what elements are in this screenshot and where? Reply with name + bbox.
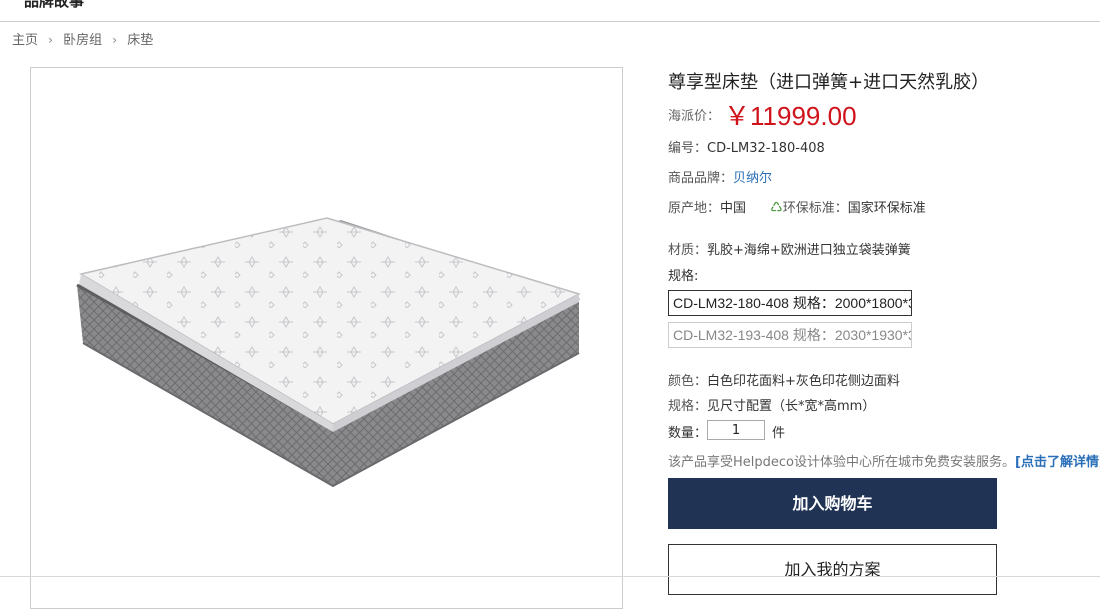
- material-value: 乳胶+海绵+欧洲进口独立袋装弹簧: [707, 243, 911, 258]
- service-notice-text: 该产品享受Helpdeco设计体验中心所在城市免费安装服务。: [668, 455, 1015, 470]
- top-navigation: 品牌故事: [0, 0, 1100, 22]
- breadcrumb-mattress: 床垫: [127, 33, 154, 48]
- breadcrumb-home[interactable]: 主页: [12, 29, 38, 48]
- service-details-link[interactable]: [点击了解详情]: [1015, 455, 1100, 470]
- material-label: 材质：: [668, 243, 708, 258]
- origin-eco-row: 原产地：中国 ♺环保标准：国家环保标准: [668, 197, 926, 216]
- color-value: 白色印花面料+灰色印花侧边面料: [707, 374, 900, 389]
- qty-unit: 件: [772, 426, 786, 441]
- add-to-cart-button[interactable]: 加入购物车: [668, 478, 997, 529]
- add-to-plan-button[interactable]: 加入我的方案: [668, 544, 997, 595]
- chevron-right-icon: ›: [48, 33, 53, 47]
- quantity-input[interactable]: [707, 420, 765, 440]
- price-label: 海派价：: [668, 109, 721, 124]
- size-row: 规格：见尺寸配置（长*宽*高mm）: [668, 395, 875, 414]
- footer-divider: [0, 576, 1100, 577]
- product-image-mattress: [76, 217, 581, 488]
- color-row: 颜色：白色印花面料+灰色印花侧边面料: [668, 370, 900, 389]
- spec-label: 规格:: [668, 269, 699, 284]
- origin-label: 原产地：: [668, 201, 721, 216]
- price-value: ￥11999.00: [724, 101, 857, 131]
- price-row: 海派价： ￥11999.00: [668, 96, 857, 133]
- code-label: 编号：: [668, 141, 708, 156]
- material-row: 材质：乳胶+海绵+欧洲进口独立袋装弹簧: [668, 239, 911, 258]
- service-notice: 该产品享受Helpdeco设计体验中心所在城市免费安装服务。[点击了解详情]: [668, 451, 1100, 470]
- eco-value: 国家环保标准: [847, 201, 926, 216]
- product-title: 尊享型床垫（进口弹簧+进口天然乳胶）: [668, 72, 990, 93]
- spec-option-180[interactable]: CD-LM32-180-408 规格：2000*1800*300: [668, 290, 912, 316]
- recycle-icon: ♺: [770, 200, 783, 216]
- product-image-frame: [30, 67, 623, 609]
- product-code-row: 编号：CD-LM32-180-408: [668, 137, 825, 156]
- eco-label: 环保标准：: [782, 201, 848, 216]
- brand-link[interactable]: 贝纳尔: [733, 171, 772, 186]
- size-value: 见尺寸配置（长*宽*高mm）: [707, 399, 876, 414]
- size-label: 规格：: [668, 399, 708, 414]
- brand-row: 商品品牌：贝纳尔: [668, 167, 772, 186]
- spec-option-193[interactable]: CD-LM32-193-408 规格：2030*1930*300: [668, 322, 912, 348]
- chevron-right-icon: ›: [112, 33, 118, 47]
- breadcrumb-bedroom[interactable]: 卧房组: [63, 29, 102, 48]
- color-label: 颜色：: [668, 374, 708, 389]
- breadcrumb: 主页 › 卧房组 › 床垫: [12, 29, 153, 48]
- qty-label: 数量：: [668, 426, 708, 441]
- nav-brand-story[interactable]: 品牌故事: [24, 0, 84, 11]
- code-value: CD-LM32-180-408: [707, 141, 825, 156]
- origin-value: 中国: [720, 201, 747, 216]
- brand-label: 商品品牌：: [668, 171, 734, 186]
